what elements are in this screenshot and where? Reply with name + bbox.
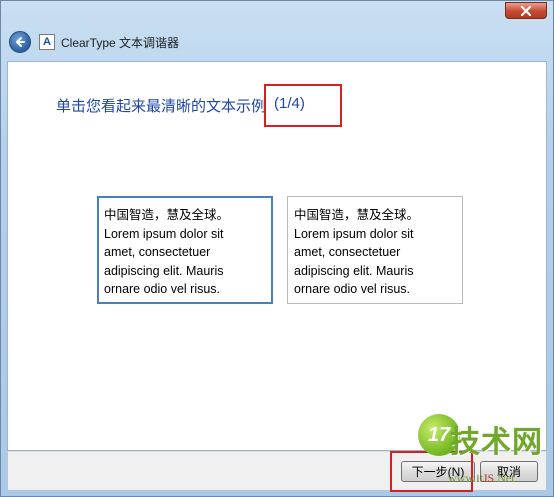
- content-panel: 单击您看起来最清晰的文本示例 (1/4) 中国智造，慧及全球。 Lorem ip…: [7, 61, 547, 451]
- text-sample-2[interactable]: 中国智造，慧及全球。 Lorem ipsum dolor sit amet, c…: [287, 196, 463, 304]
- sample-line: adipiscing elit. Mauris: [294, 263, 414, 278]
- heading-text: 单击您看起来最清晰的文本示例: [56, 98, 267, 115]
- watermark-title: 技术网: [450, 426, 543, 459]
- cleartype-app-icon: A: [39, 34, 55, 50]
- arrow-left-icon: [16, 37, 25, 47]
- sample-line: ornare odio vel risus.: [104, 282, 221, 296]
- sample-line: ornare odio vel risus.: [294, 282, 411, 296]
- sample-line: 中国智造，慧及全球。: [104, 208, 230, 222]
- step-highlight-box: [264, 84, 342, 127]
- sample-line: 中国智造，慧及全球。: [294, 208, 420, 222]
- sample-line: Lorem ipsum dolor sit: [104, 226, 224, 241]
- window-header: A ClearType 文本调谐器: [7, 28, 547, 56]
- site-watermark: 17 技术网 www.itJS.Net: [418, 414, 548, 494]
- sample-line: amet, consectetuer: [104, 245, 211, 259]
- back-button[interactable]: [9, 31, 31, 53]
- watermark-url: www.itJS.Net: [448, 471, 515, 485]
- sample-line: amet, consectetuer: [294, 245, 401, 259]
- sample-line: adipiscing elit. Mauris: [104, 263, 224, 278]
- text-sample-1[interactable]: 中国智造，慧及全球。 Lorem ipsum dolor sit amet, c…: [97, 196, 273, 304]
- sample-line: Lorem ipsum dolor sit: [294, 226, 414, 241]
- window-title: ClearType 文本调谐器: [61, 35, 180, 50]
- close-icon: [520, 5, 532, 16]
- close-button[interactable]: [505, 2, 547, 19]
